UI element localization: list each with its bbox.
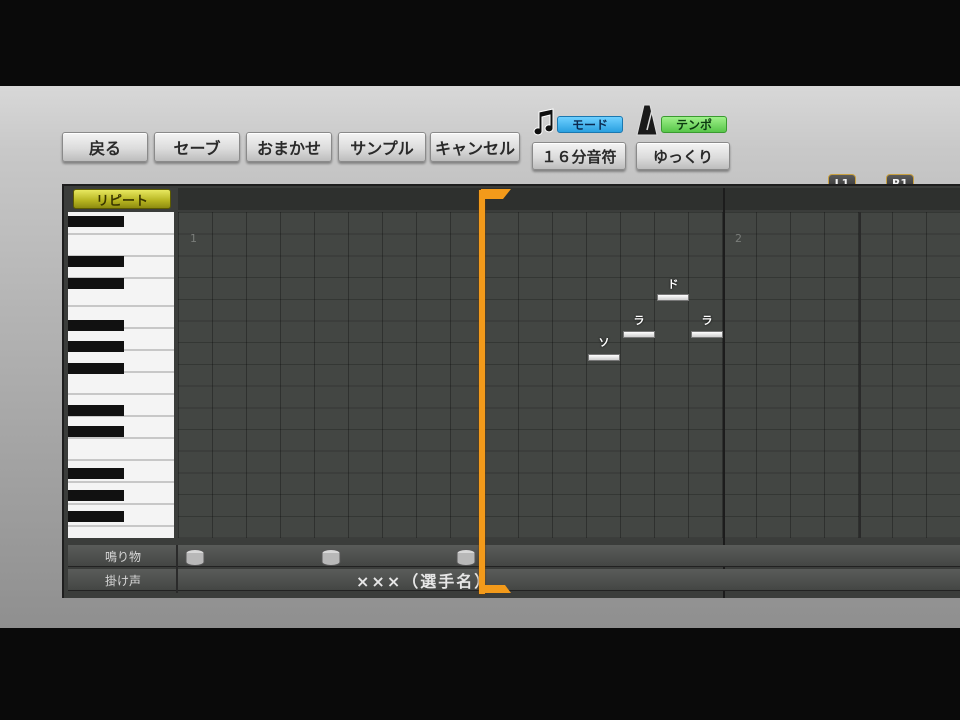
tempo-select[interactable]: ゆっくり <box>636 142 730 170</box>
measure-2-label: 2 <box>735 232 742 245</box>
tempo-badge: テンポ <box>661 116 727 133</box>
metronome-icon <box>636 104 658 136</box>
timeline-strip[interactable] <box>178 188 960 210</box>
sample-button[interactable]: サンプル <box>338 132 426 162</box>
note-block[interactable] <box>623 331 655 338</box>
measure-1-label: 1 <box>190 232 197 245</box>
mode-select[interactable]: １６分音符 <box>532 142 626 170</box>
note-grid[interactable] <box>178 212 960 538</box>
chant-track-label: 掛け声 <box>104 573 141 588</box>
drum-icon[interactable] <box>184 548 206 566</box>
note-block[interactable] <box>588 354 620 361</box>
letterbox-top <box>0 0 960 86</box>
playhead-flag-icon <box>481 585 511 593</box>
track-divider <box>176 545 178 593</box>
save-button[interactable]: セーブ <box>154 132 240 162</box>
piano-keyboard[interactable] <box>68 212 174 538</box>
cancel-button[interactable]: キャンセル <box>430 132 520 162</box>
mode-badge: モード <box>557 116 623 133</box>
playhead-flag-icon <box>481 189 511 199</box>
percussion-track-label: 鳴り物 <box>104 549 141 564</box>
omakase-button[interactable]: おまかせ <box>246 132 332 162</box>
playhead-cursor[interactable] <box>479 190 485 594</box>
letterbox-bottom <box>0 628 960 720</box>
note-lyric: ラ <box>701 314 713 327</box>
beat-divider <box>859 212 861 538</box>
note-block[interactable] <box>657 294 689 301</box>
repeat-button[interactable]: リピート <box>73 189 171 209</box>
drum-icon[interactable] <box>320 548 342 566</box>
note-block[interactable] <box>691 331 723 338</box>
drum-icon[interactable] <box>455 548 477 566</box>
music-note-icon <box>533 108 554 136</box>
back-button[interactable]: 戻る <box>62 132 148 162</box>
measure-divider <box>723 188 725 598</box>
note-lyric: ラ <box>633 314 645 327</box>
note-lyric: ソ <box>598 336 610 349</box>
chant-text: ×××（選手名） <box>356 572 493 591</box>
note-lyric: ド <box>667 278 679 291</box>
